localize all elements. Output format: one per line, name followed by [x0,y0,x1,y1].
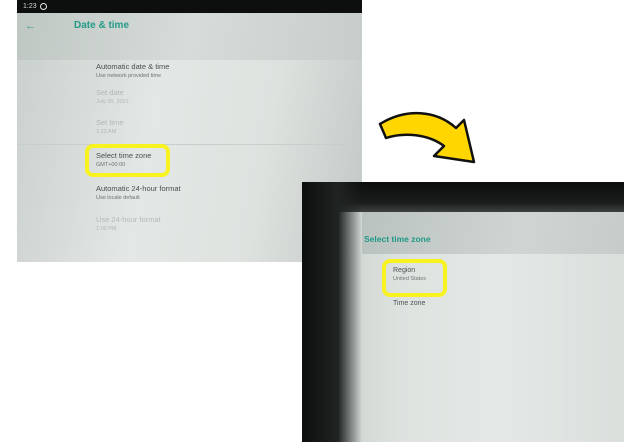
status-time: 1:23 [23,3,37,10]
setting-title: Time zone [393,300,426,307]
setting-title: Use 24-hour format [96,215,161,224]
set-date-setting: Set date July 30, 2021 [96,88,129,105]
device-bezel-side [302,182,362,442]
page-title: Select time zone [364,234,431,244]
setting-title: Automatic date & time [96,62,170,71]
select-time-zone-photo: Select time zone Region United States Ti… [302,182,624,442]
page-title: Date & time [74,20,130,31]
setting-title: Automatic 24-hour format [96,184,181,193]
use-24-hour-setting: Use 24-hour format 1:00 PM [96,215,161,232]
back-arrow-icon[interactable]: ← [25,20,36,32]
notification-ring-icon [40,3,47,10]
highlight-box-time-zone [85,144,170,177]
setting-title: Set date [96,88,124,97]
highlight-box-region [382,259,447,297]
app-bar [17,13,362,60]
set-time-setting: Set time 1:23 AM [96,118,124,135]
setting-subtitle: Use network provided time [96,73,162,79]
setting-subtitle: July 30, 2021 [96,99,129,105]
automatic-date-time-setting[interactable]: Automatic date & time Use network provid… [96,62,169,79]
divider [17,144,362,145]
setting-subtitle: 1:23 AM [96,129,117,135]
setting-subtitle: 1:00 PM [96,226,117,232]
setting-title: Set time [96,118,124,127]
setting-subtitle: Use locale default [96,195,140,201]
app-bar [362,212,624,254]
status-bar: 1:23 [17,0,362,13]
time-zone-setting[interactable]: Time zone [393,300,425,307]
automatic-24-hour-setting[interactable]: Automatic 24-hour format Use locale defa… [96,184,181,201]
curved-arrow-icon [378,112,476,164]
